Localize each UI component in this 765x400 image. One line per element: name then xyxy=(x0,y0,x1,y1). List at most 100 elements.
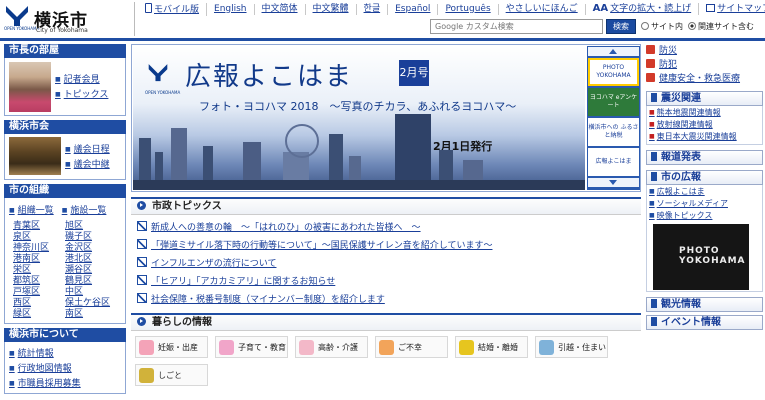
house-icon xyxy=(539,339,554,355)
topic-link[interactable]: 「弾道ミサイル落下時の行動等について」～国民保護サイレン音を紹介しています～ xyxy=(137,238,641,251)
cat-moving[interactable]: 引越・住まい xyxy=(535,336,608,358)
about-heading[interactable]: 横浜市について xyxy=(4,328,126,342)
ward-link[interactable]: 神奈川区 xyxy=(13,243,65,254)
kumamoto-link[interactable]: 熊本地震関連情報 xyxy=(649,107,760,119)
ward-link[interactable]: 緑区 xyxy=(13,309,65,320)
scroll-up-icon[interactable] xyxy=(588,47,639,56)
search-button[interactable]: 検索 xyxy=(606,18,636,34)
ward-link[interactable]: 港南区 xyxy=(13,254,65,265)
photo-yokohama-label: PHOTO YOKOHAMA xyxy=(679,246,746,266)
portuguese-link[interactable]: Português xyxy=(438,3,499,15)
disaster-prevention-link[interactable]: 防災 xyxy=(646,44,763,58)
topic-link[interactable]: 新成人への善意の輪 ～「はれのひ」の被害にあわれた皆様へ ～ xyxy=(137,220,641,233)
font-size-link[interactable]: AA 文字の拡大・読上げ xyxy=(586,3,700,15)
statistics-link[interactable]: 統計情報 xyxy=(9,346,121,359)
cat-bereavement[interactable]: ご不幸 xyxy=(375,336,448,358)
video-thumbnail[interactable]: PHOTO YOKOHAMA xyxy=(653,224,749,290)
topic-link[interactable]: インフルエンザの流行について xyxy=(137,256,641,269)
ward-link[interactable]: 瀬谷区 xyxy=(65,265,117,276)
sitemap-link[interactable]: サイトマップ xyxy=(699,3,765,15)
ward-link[interactable]: 磯子区 xyxy=(65,232,117,243)
ward-link[interactable]: 中区 xyxy=(65,287,117,298)
banner-item-furusato[interactable]: 横浜市への ふるさと納税 xyxy=(588,118,639,146)
social-media-link[interactable]: ソーシャルメディア xyxy=(649,198,760,210)
ward-link[interactable]: 金沢区 xyxy=(65,243,117,254)
tourism-heading[interactable]: 観光情報 xyxy=(646,297,763,312)
yokohama-logo[interactable]: OPEN YOKOHAMA 横浜市 City of Yokohama xyxy=(4,4,132,36)
banner-item-photo[interactable]: PHOTO YOKOHAMA xyxy=(588,58,639,86)
ward-link[interactable]: 保土ケ谷区 xyxy=(65,298,117,309)
topic-link[interactable]: 「ヒアリ」「アカカミアリ」に関するお知らせ xyxy=(137,274,641,287)
cat-work[interactable]: しごと xyxy=(135,364,208,386)
cat-pregnancy[interactable]: 妊娠・出産 xyxy=(135,336,208,358)
cat-elderly[interactable]: 高齢・介護 xyxy=(295,336,368,358)
search-input[interactable] xyxy=(430,18,603,34)
council-schedule-link[interactable]: 議会日程 xyxy=(65,142,110,155)
health-safety-link[interactable]: 健康安全・救急医療 xyxy=(646,72,763,86)
radio-circle-icon xyxy=(641,22,649,30)
press-heading[interactable]: 報道発表 xyxy=(646,150,763,165)
ward-link[interactable]: 南区 xyxy=(65,309,117,320)
ward-link[interactable]: 都筑区 xyxy=(13,276,65,287)
banner-item-survey[interactable]: ヨコハマ eアンケート xyxy=(588,88,639,116)
radiation-link[interactable]: 放射線関連情報 xyxy=(649,119,760,131)
ward-link[interactable]: 旭区 xyxy=(65,221,117,232)
event-heading[interactable]: イベント情報 xyxy=(646,315,763,330)
medical-icon xyxy=(646,73,655,82)
ward-link[interactable]: 戸塚区 xyxy=(13,287,65,298)
english-link[interactable]: English xyxy=(207,3,255,15)
mayor-box: 記者会見 トピックス xyxy=(4,58,126,116)
council-broadcast-link[interactable]: 議会中継 xyxy=(65,157,110,170)
press-conference-link[interactable]: 記者会見 xyxy=(55,72,108,85)
org-box: 組織一覧 施設一覧 青葉区 旭区 泉区 磯子区 神奈川区 金沢区 港南区 港北区… xyxy=(4,198,126,324)
about-box: 統計情報 行政地図情報 市職員採用募集 xyxy=(4,342,126,394)
ward-link[interactable]: 青葉区 xyxy=(13,221,65,232)
header-divider xyxy=(0,38,765,41)
disaster-heading[interactable]: 震災関連 xyxy=(646,91,763,106)
mayor-topics-link[interactable]: トピックス xyxy=(55,87,109,100)
crime-prevention-link[interactable]: 防犯 xyxy=(646,58,763,72)
koho-yokohama-link[interactable]: 広報よこはま xyxy=(649,186,760,198)
ward-link[interactable]: 泉区 xyxy=(13,232,65,243)
header-separator xyxy=(134,2,135,36)
mayor-heading[interactable]: 市長の部屋 xyxy=(4,44,126,58)
banner-item-koho[interactable]: 広報よこはま xyxy=(588,148,639,176)
search-row: 検索 サイト内 関連サイト含む xyxy=(430,18,763,34)
disaster-icon xyxy=(646,45,655,54)
easy-japanese-link[interactable]: やさしいにほんご xyxy=(499,3,586,15)
radio-include-related[interactable]: 関連サイト含む xyxy=(688,21,754,32)
banner-side-menu: PHOTO YOKOHAMA ヨコハマ eアンケート 横浜市への ふるさと納税 … xyxy=(587,46,640,190)
tohoku-link[interactable]: 東日本大震災関連情報 xyxy=(649,131,760,143)
chinese-simplified-link[interactable]: 中文简体 xyxy=(255,3,306,15)
ward-link[interactable]: 西区 xyxy=(13,298,65,309)
korean-link[interactable]: 한글 xyxy=(357,3,389,15)
banner-image[interactable]: OPEN YOKOHAMA 広報よこはま 2月号 フォト・ヨコハマ 2018 ～… xyxy=(133,46,585,190)
cat-marriage[interactable]: 結婚・離婚 xyxy=(455,336,528,358)
recruitment-link[interactable]: 市職員採用募集 xyxy=(9,376,121,389)
left-sidebar: 市長の部屋 記者会見 トピックス 横浜市会 議会日程 議会中継 市の組織 組織一… xyxy=(4,44,126,400)
org-list-link[interactable]: 組織一覧 xyxy=(9,203,54,216)
topics-heading: 市政トピックス xyxy=(131,197,641,215)
council-photo[interactable] xyxy=(9,137,61,175)
ward-link[interactable]: 港北区 xyxy=(65,254,117,265)
facility-list-link[interactable]: 施設一覧 xyxy=(62,203,106,216)
pr-heading[interactable]: 市の広報 xyxy=(646,170,763,185)
banner-month: 2月号 xyxy=(399,60,429,86)
yokohama-mark-icon xyxy=(6,6,28,26)
cat-childcare[interactable]: 子育て・教育 xyxy=(215,336,288,358)
radio-site-only[interactable]: サイト内 xyxy=(641,21,683,32)
spanish-link[interactable]: Español xyxy=(388,3,439,15)
mobile-link[interactable]: モバイル版 xyxy=(138,2,208,16)
council-heading[interactable]: 横浜市会 xyxy=(4,120,126,134)
admin-map-link[interactable]: 行政地図情報 xyxy=(9,361,121,374)
council-box: 議会日程 議会中継 xyxy=(4,134,126,180)
mayor-photo[interactable] xyxy=(9,62,51,112)
right-sidebar: 防災 防犯 健康安全・救急医療 震災関連 熊本地震関連情報 放射線関連情報 東日… xyxy=(646,44,763,400)
scroll-down-icon[interactable] xyxy=(588,178,639,187)
video-topics-link[interactable]: 映像トピックス xyxy=(649,210,760,222)
topic-link[interactable]: 社会保障・税番号制度（マイナンバー制度）を紹介します xyxy=(137,292,641,305)
ward-link[interactable]: 栄区 xyxy=(13,265,65,276)
org-heading[interactable]: 市の組織 xyxy=(4,184,126,198)
ward-link[interactable]: 鶴見区 xyxy=(65,276,117,287)
chinese-traditional-link[interactable]: 中文繁體 xyxy=(306,3,357,15)
